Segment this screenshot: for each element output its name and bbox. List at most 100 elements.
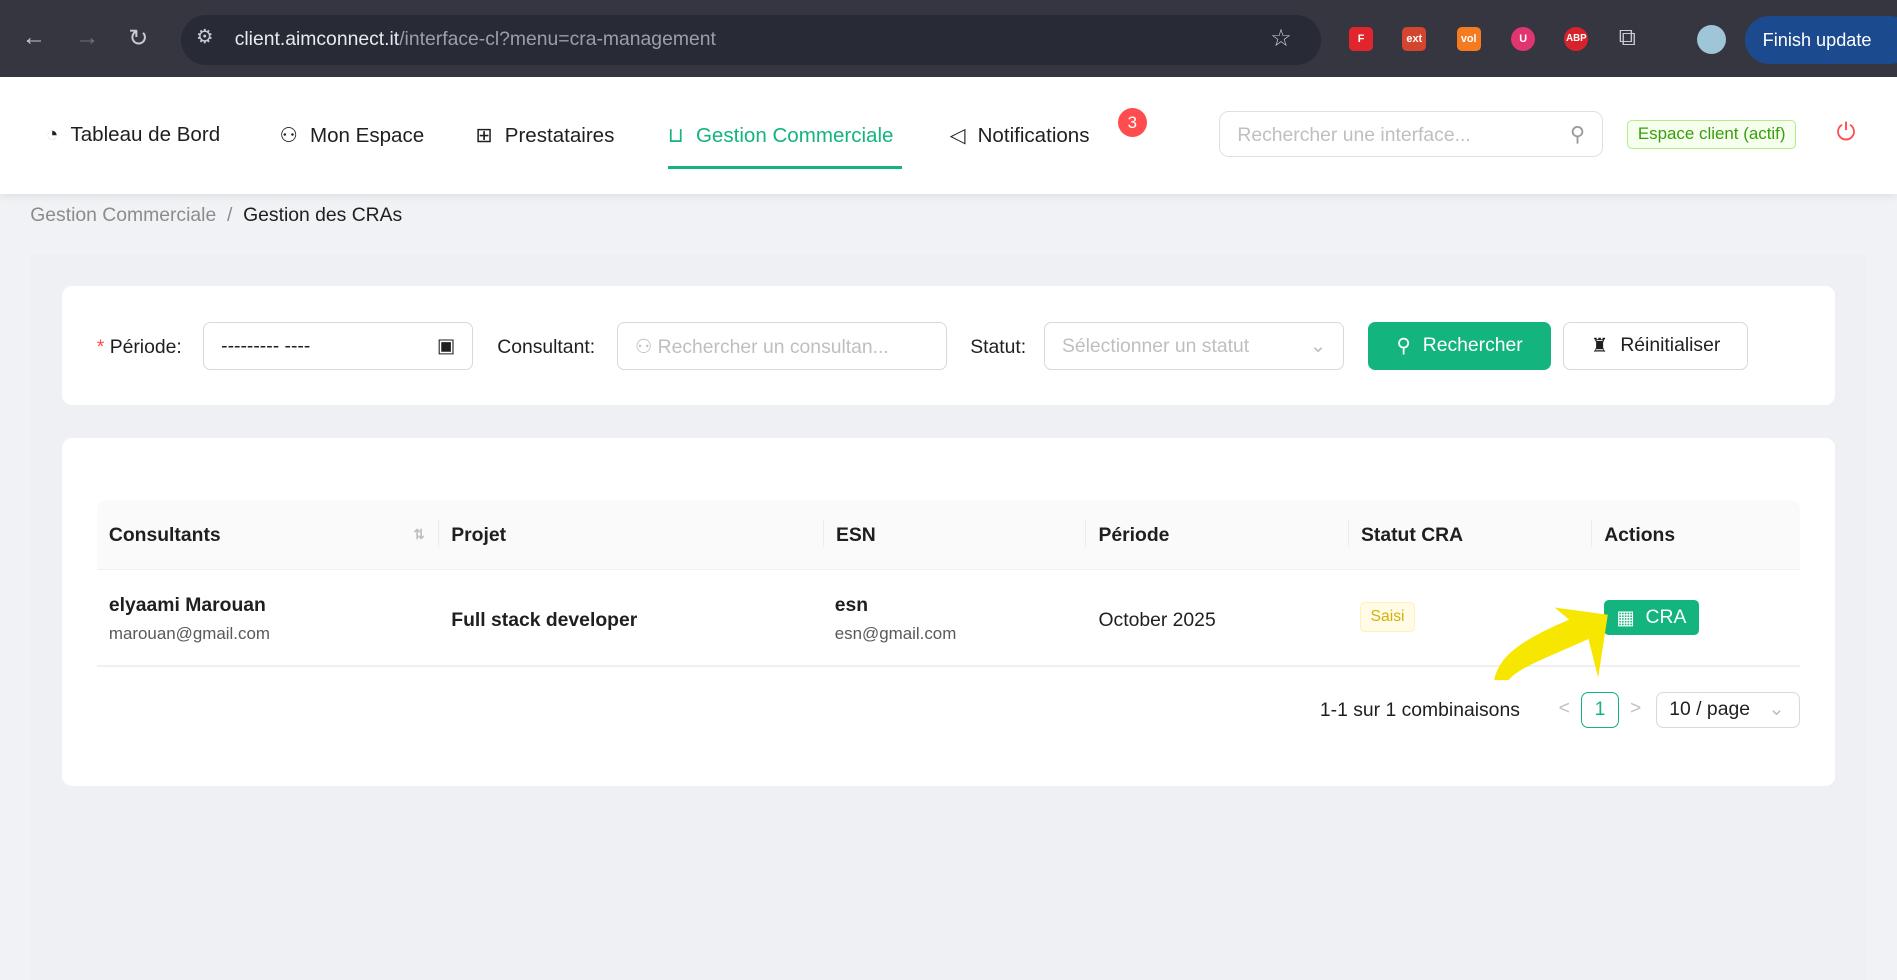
periode-label: * Période:	[97, 336, 182, 359]
user-icon: ⚇	[279, 124, 298, 148]
nav-prestataires[interactable]: ⊞ Prestataires	[475, 123, 614, 148]
bookmark-star-icon[interactable]: ☆	[1270, 24, 1292, 53]
interface-search-input[interactable]: Rechercher une interface... ⚲	[1219, 111, 1603, 158]
breadcrumb-separator: /	[226, 204, 233, 227]
nav-notifications[interactable]: ◁ Notifications	[950, 123, 1090, 148]
nav-label: Gestion Commerciale	[695, 123, 894, 147]
pagination-summary: 1-1 sur 1 combinaisons	[1319, 699, 1520, 722]
nav-label: Tableau de Bord	[70, 123, 221, 147]
breadcrumb: Gestion Commerciale / Gestion des CRAs	[30, 204, 402, 227]
esn-cell: esn esn@gmail.com	[835, 594, 957, 644]
next-page-button[interactable]: >	[1626, 692, 1645, 728]
page-size-select[interactable]: 10 / page ⌄	[1656, 692, 1801, 729]
projet-cell: Full stack developer	[451, 608, 638, 631]
shopping-bag-icon: ⊔	[667, 124, 684, 148]
extension-icon[interactable]: ext	[1402, 26, 1427, 51]
cra-button[interactable]: ▦ CRA	[1604, 600, 1699, 636]
sort-icon[interactable]: ⇅	[413, 500, 424, 570]
breadcrumb-current: Gestion des CRAs	[243, 204, 403, 227]
consultant-email: marouan@gmail.com	[108, 624, 270, 644]
url-path: /interface-cl?menu=cra-management	[399, 27, 716, 50]
page-size-value: 10 / page	[1669, 698, 1750, 720]
dashboard-icon: ◔	[45, 123, 59, 147]
divider	[437, 520, 440, 547]
periode-month-input[interactable]: --------- ---- ▣	[203, 321, 474, 371]
extension-icon[interactable]: vol	[1456, 26, 1481, 51]
label-text: Période	[109, 336, 177, 359]
nav-tableau-de-bord[interactable]: ◔ Tableau de Bord	[46, 123, 220, 147]
column-header-consultants[interactable]: Consultants ⇅	[96, 499, 440, 570]
label-text: Consultant	[497, 336, 590, 359]
button-label: Réinitialiser	[1620, 334, 1721, 357]
active-tab-indicator	[667, 165, 903, 170]
consultant-search-input[interactable]: ⚇ Rechercher un consultan...	[616, 321, 948, 371]
extension-icon[interactable]: U	[1511, 26, 1536, 51]
divider	[96, 568, 1801, 570]
top-navigation: ◔ Tableau de Bord ⚇ Mon Espace ⊞ Prestatair…	[0, 77, 1897, 194]
prev-page-button[interactable]: <	[1555, 692, 1574, 728]
adblock-icon[interactable]: ABP	[1564, 26, 1589, 51]
highlight-arrow-shape	[1494, 607, 1608, 680]
url-host: client.aimconnect.it	[234, 27, 400, 50]
finish-update-button[interactable]: Finish update	[1744, 15, 1897, 65]
chevron-down-icon: ⌄	[1768, 698, 1785, 720]
logout-icon[interactable]: ⏻	[1836, 119, 1855, 147]
site-settings-icon[interactable]: ⚙	[196, 25, 213, 49]
status-badge: Saisi	[1359, 602, 1416, 633]
blocks-icon: ⊞	[475, 124, 493, 148]
header-text: Statut CRA	[1361, 523, 1464, 546]
reset-button[interactable]: ♜ Réinitialiser	[1563, 321, 1749, 371]
periode-cell: October 2025	[1098, 608, 1216, 631]
calendar-icon[interactable]: ▣	[437, 334, 455, 358]
placeholder: Rechercher un consultan...	[657, 335, 889, 358]
extension-icon[interactable]: F	[1348, 26, 1374, 51]
annotation-arrow	[1494, 607, 1608, 680]
notification-count-badge: 3	[1117, 107, 1147, 137]
esn-name: esn	[834, 594, 869, 616]
calendar-icon: ▦	[1616, 606, 1635, 629]
required-mark: *	[96, 336, 105, 359]
colon: :	[1020, 336, 1027, 359]
consultant-label: Consultant:	[497, 336, 595, 359]
header-text: ESN	[835, 523, 876, 546]
column-header-statut: Statut CRA	[1348, 499, 1593, 570]
reload-icon[interactable]: ↻	[128, 24, 148, 53]
consultant-name: elyaami Marouan	[108, 594, 266, 616]
breadcrumb-parent[interactable]: Gestion Commerciale	[30, 204, 216, 226]
button-label: CRA	[1645, 606, 1687, 629]
column-header-projet: Projet	[439, 499, 824, 570]
forward-icon[interactable]: →	[75, 24, 99, 52]
browser-toolbar: ← → ↻ ⚙ client.aimconnect.it/interface-c…	[0, 0, 1897, 78]
nav-label: Mon Espace	[309, 123, 425, 147]
column-header-esn: ESN	[823, 499, 1087, 570]
client-space-tag: Espace client (actif)	[1627, 119, 1797, 149]
divider	[1347, 520, 1349, 547]
label-text: Statut	[970, 336, 1021, 359]
placeholder: Sélectionner un statut	[1061, 334, 1250, 357]
statut-select[interactable]: Sélectionner un statut ⌄	[1044, 321, 1345, 371]
colon: :	[589, 336, 596, 359]
nav-mon-espace[interactable]: ⚇ Mon Espace	[279, 123, 424, 148]
nav-gestion-commerciale[interactable]: ⊔ Gestion Commerciale	[668, 123, 894, 148]
search-placeholder: Rechercher une interface...	[1237, 124, 1471, 147]
page-1-button[interactable]: 1	[1581, 692, 1619, 729]
statut-label: Statut:	[970, 336, 1026, 359]
button-label: Rechercher	[1422, 334, 1523, 357]
broom-icon: ♜	[1590, 334, 1609, 357]
nav-label: Notifications	[977, 123, 1090, 147]
divider	[1590, 520, 1593, 547]
periode-value: --------- ----	[221, 334, 311, 357]
search-button[interactable]: ⚲ Rechercher	[1368, 321, 1551, 371]
header-text: Période	[1098, 523, 1170, 546]
megaphone-icon: ◁	[949, 124, 966, 148]
divider	[1085, 520, 1087, 547]
address-bar[interactable]: ⚙ client.aimconnect.it/interface-cl?menu…	[181, 14, 1322, 66]
user-icon: ⚇	[634, 335, 653, 358]
column-header-actions: Actions	[1592, 499, 1801, 570]
profile-avatar[interactable]	[1697, 25, 1727, 55]
esn-email: esn@gmail.com	[834, 624, 957, 644]
search-icon[interactable]: ⚲	[1570, 122, 1585, 147]
back-icon[interactable]: ←	[22, 24, 46, 52]
divider	[822, 520, 824, 547]
extensions-puzzle-icon[interactable]: ⧉	[1619, 24, 1636, 52]
